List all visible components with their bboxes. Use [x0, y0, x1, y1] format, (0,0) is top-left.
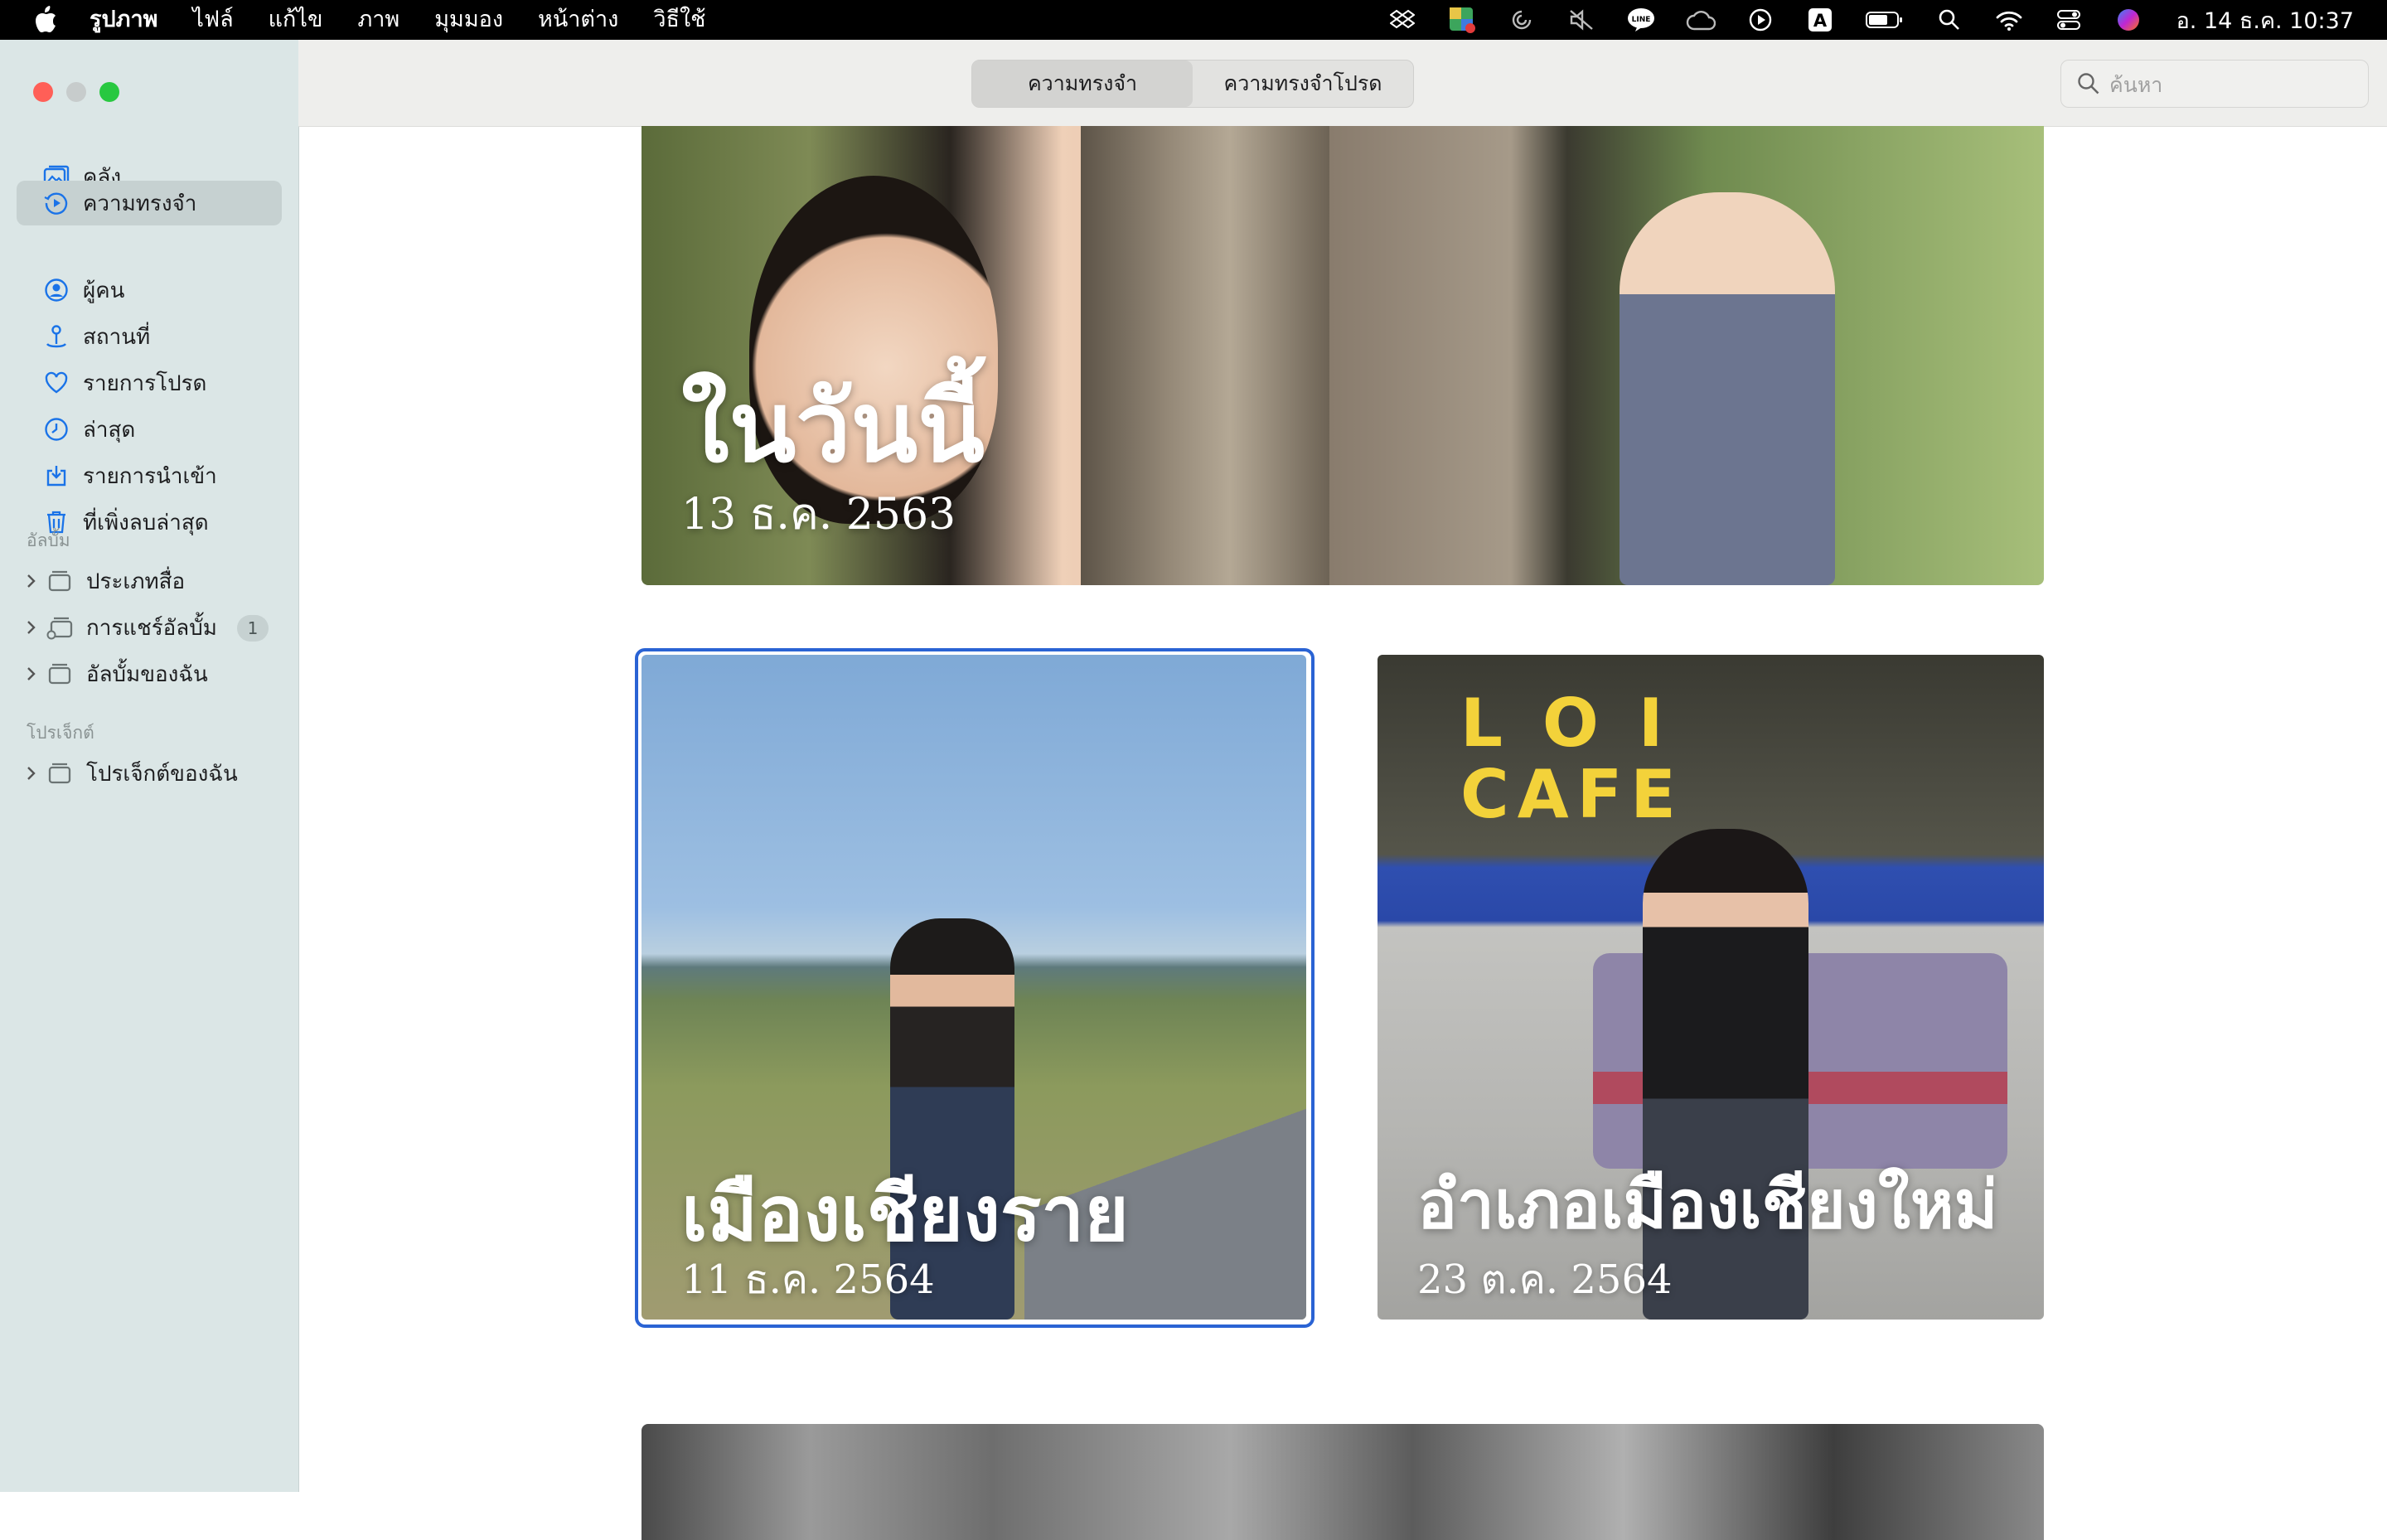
memory-title: อำเภอเมืองเชียงใหม่	[1417, 1165, 1998, 1243]
memory-date: 23 ต.ค. 2564	[1417, 1257, 1673, 1303]
chevron-right-icon[interactable]	[25, 573, 40, 589]
sidebar-group-label: อัลบั้มของฉัน	[86, 661, 208, 687]
sidebar-item-people[interactable]: ผู้คน	[17, 268, 282, 312]
sidebar-group-my-albums[interactable]: อัลบั้มของฉัน	[17, 651, 282, 696]
memories-segmented-control: ความทรงจำ ความทรงจำโปรด	[971, 60, 1414, 108]
memory-card-next[interactable]	[642, 1424, 2044, 1540]
spotlight-search-icon[interactable]	[1934, 5, 1964, 35]
play-circle-icon[interactable]	[1745, 5, 1775, 35]
segment-favorite-memories[interactable]: ความทรงจำโปรด	[1193, 61, 1413, 107]
swirl-icon[interactable]	[1507, 5, 1537, 35]
wifi-icon[interactable]	[1994, 5, 2024, 35]
shared-album-icon	[46, 614, 73, 641]
menu-file[interactable]: ไฟล์	[192, 0, 233, 40]
menu-view[interactable]: มุมมอง	[434, 0, 503, 40]
sidebar-item-favorites[interactable]: รายการโปรด	[17, 361, 282, 405]
menu-window[interactable]: หน้าต่าง	[538, 0, 618, 40]
import-icon	[43, 462, 70, 489]
heart-icon	[43, 370, 70, 396]
menu-bar: รูปภาพ ไฟล์ แก้ไข ภาพ มุมมอง หน้าต่าง วิ…	[0, 0, 2387, 40]
photo-tree-trunk	[1081, 126, 1329, 585]
search-input[interactable]	[2108, 65, 2360, 104]
sidebar: คลัง ความทรงจำ ผู้คน สถานที่ รายการโปรด …	[0, 40, 299, 1492]
sidebar-item-imports[interactable]: รายการนำเข้า	[17, 453, 282, 498]
window-zoom-button[interactable]	[99, 82, 119, 102]
control-center-icon[interactable]	[2054, 5, 2084, 35]
chevron-right-icon[interactable]	[25, 765, 40, 782]
photo-cafe-sign: L O I CAFE	[1460, 685, 1684, 833]
menu-help[interactable]: วิธีใช้	[653, 0, 705, 40]
menu-bar-clock[interactable]: อ. 14 ธ.ค. 10:37	[2176, 2, 2354, 38]
apple-logo-icon[interactable]	[33, 6, 58, 34]
albums-section-header: อัลบั้ม	[27, 530, 70, 550]
dropbox-icon[interactable]	[1387, 5, 1417, 35]
menu-image[interactable]: ภาพ	[357, 0, 399, 40]
sidebar-group-label: การแชร์อัลบั้ม	[86, 615, 217, 641]
window-close-button[interactable]	[33, 82, 53, 102]
svg-text:A: A	[1813, 11, 1827, 31]
search-field[interactable]	[2060, 60, 2369, 108]
sidebar-item-recents[interactable]: ล่าสุด	[17, 407, 282, 452]
sidebar-item-memories[interactable]: ความทรงจำ	[17, 181, 282, 225]
memories-icon	[43, 190, 70, 216]
window-minimize-button[interactable]	[66, 82, 86, 102]
chevron-right-icon[interactable]	[25, 666, 40, 682]
sidebar-group-my-projects[interactable]: โปรเจ็กต์ของฉัน	[17, 751, 282, 796]
sidebar-group-media-types[interactable]: ประเภทสื่อ	[17, 559, 282, 603]
folder-icon	[46, 760, 73, 787]
toolbar: ความทรงจำ ความทรงจำโปรด	[298, 40, 2387, 127]
siri-icon[interactable]	[2113, 5, 2143, 35]
creative-cloud-icon[interactable]	[1686, 5, 1716, 35]
sidebar-item-places[interactable]: สถานที่	[17, 314, 282, 359]
line-app-icon[interactable]: LINE	[1626, 5, 1656, 35]
sidebar-item-label: ที่เพิ่งลบล่าสุด	[83, 510, 209, 535]
sidebar-item-label: สถานที่	[83, 324, 151, 350]
projects-section-header: โปรเจ็กต์	[27, 723, 94, 743]
clock-icon	[43, 416, 70, 443]
memory-card-today[interactable]: ในวันนี้ 13 ธ.ค. 2563	[642, 126, 2044, 585]
sidebar-item-label: รายการโปรด	[83, 370, 207, 396]
battery-icon[interactable]	[1865, 5, 1905, 35]
menu-bar-status: LINE A อ. 14 ธ.ค. 10:37	[1358, 0, 2354, 40]
colorful-app-icon[interactable]	[1447, 5, 1477, 35]
sidebar-group-label: โปรเจ็กต์ของฉัน	[86, 761, 238, 787]
person-circle-icon	[43, 277, 70, 303]
sidebar-group-shared-albums[interactable]: การแชร์อัลบั้ม 1	[17, 605, 282, 650]
menu-edit[interactable]: แก้ไข	[269, 0, 323, 40]
sidebar-item-label: รายการนำเข้า	[83, 463, 217, 489]
memory-date: 13 ธ.ค. 2563	[681, 490, 956, 540]
mute-icon[interactable]	[1566, 5, 1596, 35]
memory-card-chiang-rai[interactable]: เมืองเชียงราย 11 ธ.ค. 2564	[642, 655, 1306, 1320]
memory-date: 11 ธ.ค. 2564	[681, 1257, 935, 1303]
map-pin-icon	[43, 323, 70, 350]
menu-bar-left: รูปภาพ ไฟล์ แก้ไข ภาพ มุมมอง หน้าต่าง วิ…	[33, 0, 740, 40]
sidebar-item-label: ล่าสุด	[83, 417, 136, 443]
sidebar-item-label: ความทรงจำ	[83, 191, 197, 216]
folder-icon	[46, 568, 73, 594]
sidebar-group-label: ประเภทสื่อ	[86, 569, 186, 594]
photo-person	[1620, 192, 1835, 585]
svg-text:LINE: LINE	[1631, 16, 1650, 24]
folder-icon	[46, 661, 73, 687]
sidebar-item-label: ผู้คน	[83, 278, 125, 303]
segment-memories[interactable]: ความทรงจำ	[972, 61, 1193, 107]
menu-app-name[interactable]: รูปภาพ	[90, 0, 157, 40]
search-icon	[2076, 71, 2101, 96]
shared-albums-badge: 1	[237, 615, 269, 642]
memory-card-chiang-mai[interactable]: L O I CAFE อำเภอเมืองเชียงใหม่ 23 ต.ค. 25…	[1377, 655, 2044, 1320]
input-source-icon[interactable]: A	[1805, 5, 1835, 35]
chevron-right-icon[interactable]	[25, 619, 40, 636]
